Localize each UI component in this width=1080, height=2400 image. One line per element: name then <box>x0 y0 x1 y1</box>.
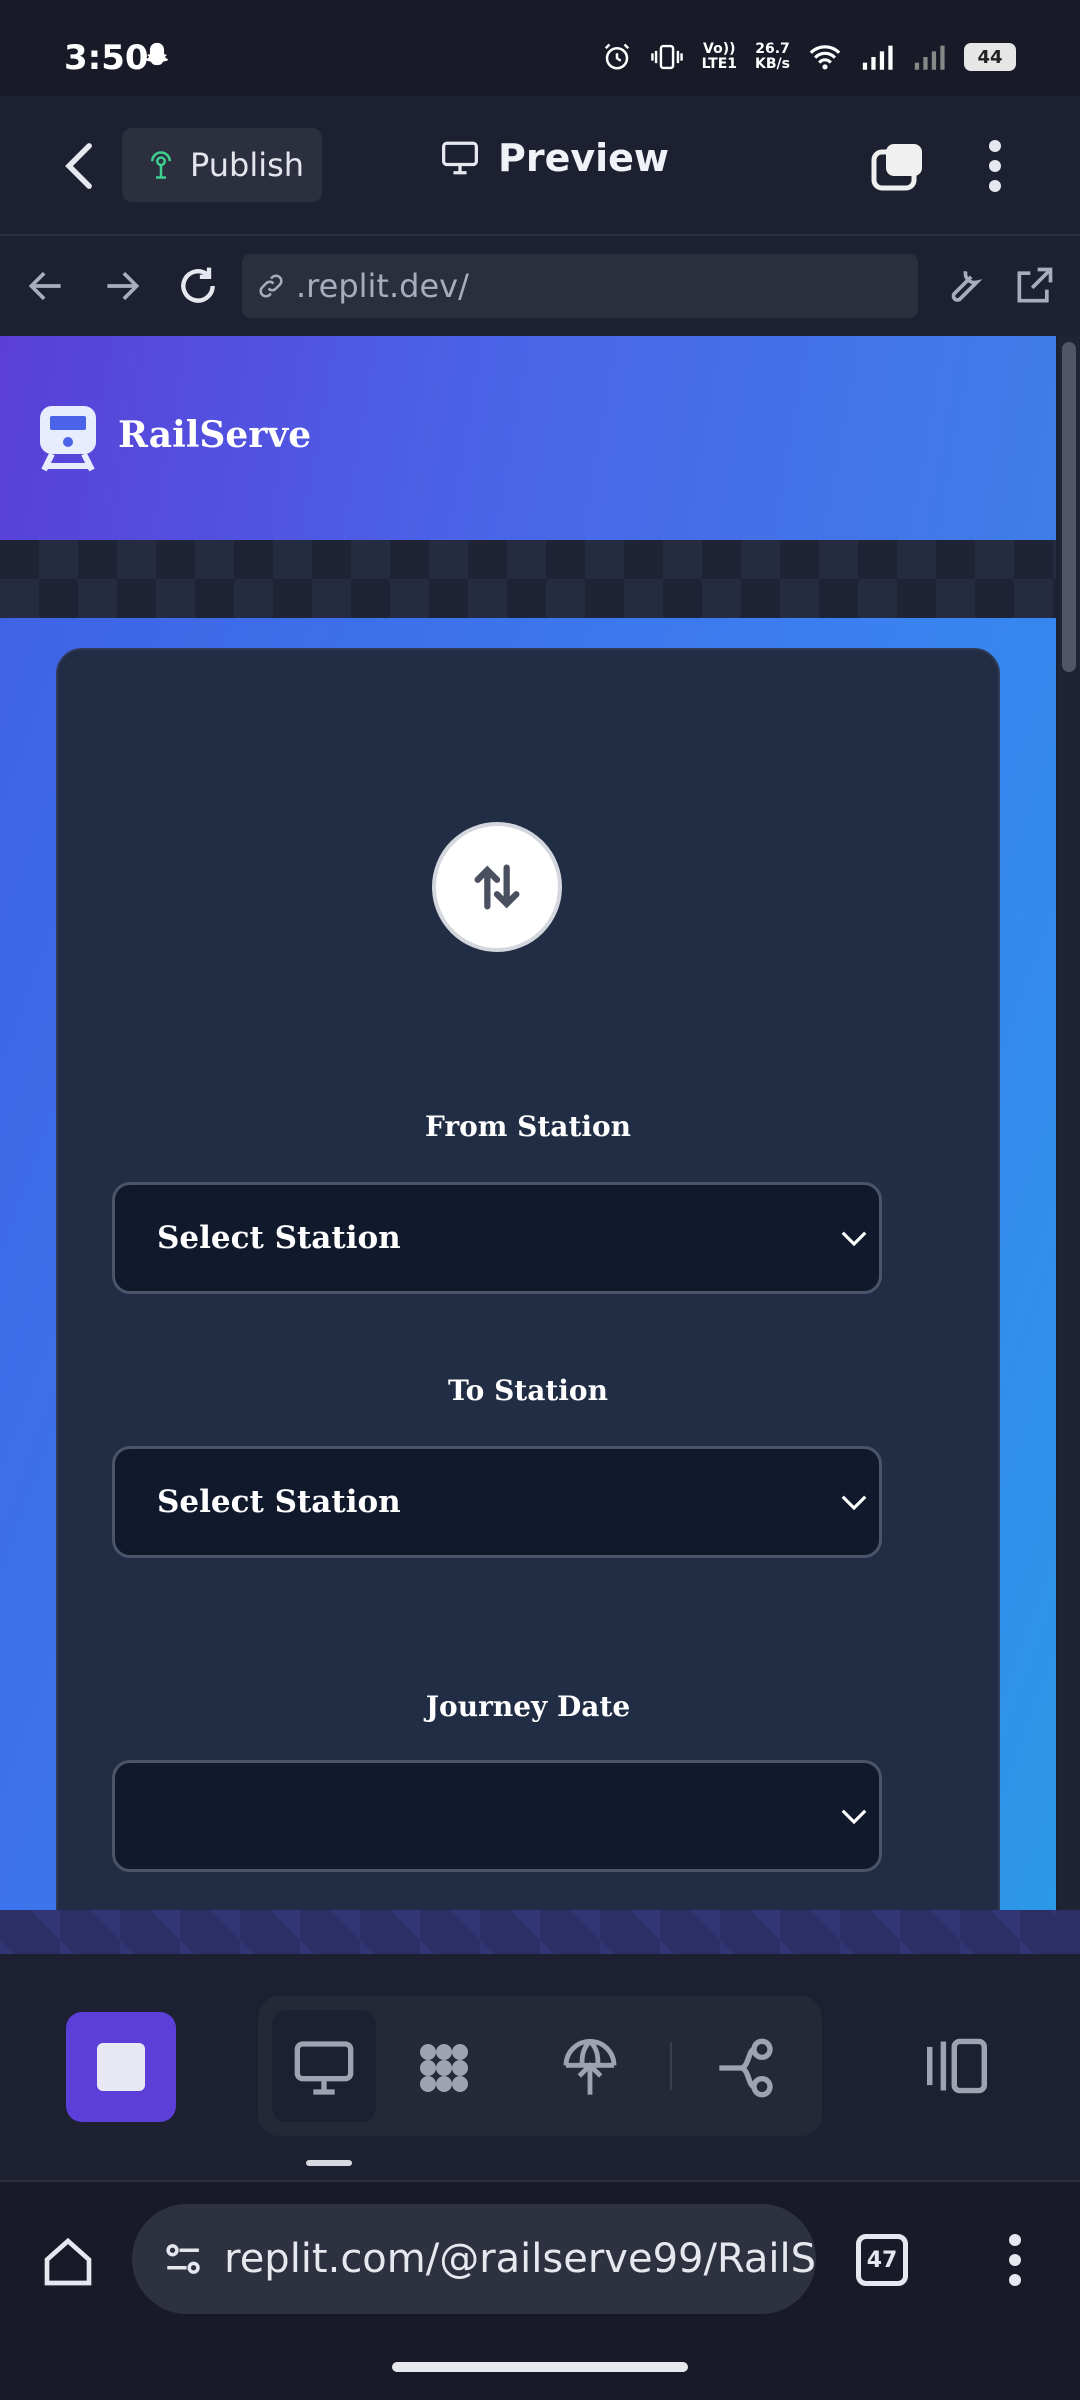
to-station-value: Select Station <box>157 1484 401 1520</box>
chevron-down-icon <box>841 1231 867 1247</box>
stop-icon <box>97 2043 145 2091</box>
publish-icon <box>151 151 171 179</box>
network-speed: 26.7 KB/s <box>755 41 790 72</box>
preview-tab[interactable]: Preview <box>440 136 669 180</box>
back-chevron-icon[interactable] <box>58 140 102 192</box>
preview-monitor-icon[interactable] <box>292 2036 356 2100</box>
footer-pattern <box>0 1910 1056 1954</box>
brand-name: RailServe <box>118 414 312 456</box>
nav-back-icon[interactable] <box>24 264 68 308</box>
reload-icon[interactable] <box>176 264 220 308</box>
app-preview: RailServe From Station Select Station To… <box>0 336 1056 1910</box>
url-text: .replit.dev/ <box>296 267 469 305</box>
gesture-bar[interactable] <box>392 2362 688 2372</box>
swap-stations-button[interactable] <box>432 822 562 952</box>
omnibox[interactable]: replit.com/@railserve99/RailS <box>132 2204 816 2314</box>
clock: 3:50 <box>64 38 149 78</box>
deploy-icon[interactable] <box>558 2036 622 2100</box>
publish-button[interactable]: Publish <box>122 128 322 202</box>
site-settings-icon[interactable] <box>162 2237 204 2281</box>
scroll-thumb[interactable] <box>1062 342 1076 672</box>
battery-indicator: 44 <box>964 43 1016 71</box>
nav-forward-icon[interactable] <box>100 264 144 308</box>
devtools-wrench-icon[interactable] <box>940 264 984 308</box>
dock-tool-group <box>258 1996 822 2136</box>
workspace-apps-icon[interactable] <box>412 2036 476 2100</box>
signal-icon <box>862 45 893 70</box>
status-icons: Vo)) LTE1 26.7 KB/s 44 <box>602 42 1016 72</box>
journey-date-input[interactable] <box>112 1760 882 1872</box>
link-icon <box>259 274 283 298</box>
browser-menu-icon[interactable] <box>1000 2230 1030 2290</box>
alarm-icon <box>604 43 629 70</box>
signal-2-icon <box>914 45 945 70</box>
split-pane-icon[interactable] <box>924 2036 990 2096</box>
volte-indicator: Vo)) LTE1 <box>701 41 738 72</box>
wifi-icon <box>809 45 841 70</box>
chevron-down-icon <box>841 1809 867 1825</box>
open-external-icon[interactable] <box>1012 264 1056 308</box>
search-form-card: From Station Select Station To Station S… <box>56 648 1000 1910</box>
snapchat-icon <box>145 42 169 66</box>
replit-dock <box>0 1954 1080 2180</box>
journey-date-label: Journey Date <box>425 1690 631 1723</box>
swap-arrows-icon <box>474 864 520 910</box>
preview-scrollbar[interactable] <box>1058 336 1080 1910</box>
dock-separator <box>670 2042 672 2090</box>
monitor-icon <box>442 141 478 175</box>
home-icon[interactable] <box>40 2234 96 2290</box>
stop-button[interactable] <box>66 2012 176 2122</box>
tab-switcher-button[interactable]: 47 <box>856 2234 908 2286</box>
replit-toolbar: Publish Preview <box>0 96 1080 236</box>
chevron-down-icon <box>841 1495 867 1511</box>
url-input[interactable]: .replit.dev/ <box>242 254 918 318</box>
git-branch-icon[interactable] <box>714 2036 778 2100</box>
from-station-label: From Station <box>424 1110 632 1143</box>
preview-url-bar: .replit.dev/ <box>0 236 1080 336</box>
tabs-icon[interactable] <box>870 140 926 192</box>
browser-bottom-bar: replit.com/@railserve99/RailS 47 <box>0 2180 1080 2400</box>
app-header: RailServe <box>0 336 1056 540</box>
to-station-select[interactable]: Select Station <box>112 1446 882 1558</box>
dock-active-indicator <box>306 2160 352 2166</box>
vibrate-icon <box>650 44 683 70</box>
more-vert-icon[interactable] <box>980 136 1010 196</box>
status-bar: 3:50 Vo)) LTE1 26.7 KB/s 44 <box>0 0 1080 96</box>
publish-label: Publish <box>190 146 305 184</box>
to-station-label: To Station <box>448 1374 608 1407</box>
preview-label: Preview <box>498 136 670 180</box>
from-station-select[interactable]: Select Station <box>112 1182 882 1294</box>
train-logo-icon <box>40 406 96 472</box>
omnibox-url: replit.com/@railserve99/RailS <box>224 2236 816 2282</box>
from-station-value: Select Station <box>157 1220 401 1256</box>
decorative-pattern <box>0 540 1056 618</box>
